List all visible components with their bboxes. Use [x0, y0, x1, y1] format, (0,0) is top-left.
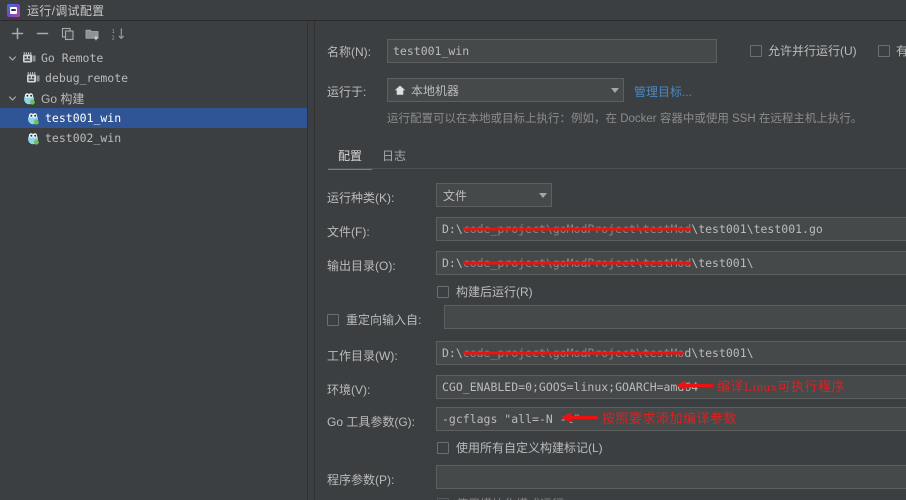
second-option-checkbox[interactable]: [878, 44, 890, 57]
copy-button[interactable]: [57, 23, 78, 44]
redirect-input-path-input[interactable]: [444, 305, 906, 329]
chevron-down-icon: [611, 87, 619, 93]
tree-item-go-build[interactable]: Go 构建: [0, 88, 307, 108]
left-arrow-icon: [560, 411, 598, 424]
go-remote-icon: [25, 70, 41, 86]
output-dir-input[interactable]: D:\code_project\goModProject\testMod\tes…: [436, 251, 906, 275]
use-all-custom-build-tags-checkbox[interactable]: [437, 441, 449, 454]
panel-splitter[interactable]: [307, 21, 315, 500]
allow-parallel-run-checkbox[interactable]: [750, 44, 762, 57]
output-dir-redacted: code_project\goModProject\testMod: [462, 256, 692, 270]
file-path-input[interactable]: D:\code_project\goModProject\testMod\tes…: [436, 217, 906, 241]
go-gopher-icon: [25, 110, 41, 126]
tab-logs[interactable]: 日志: [372, 147, 416, 169]
run-on-target-value: 本地机器: [411, 83, 460, 98]
output-dir-suffix: \test001\: [691, 256, 754, 270]
name-label: 名称(N):: [327, 45, 371, 59]
tree-item-go-remote[interactable]: Go Remote: [0, 48, 307, 68]
working-dir-label: 工作目录(W):: [327, 349, 398, 363]
tree-item-label: Go Remote: [41, 51, 104, 65]
file-path-suffix: \test001\test001.go: [691, 222, 823, 236]
tree-item-test002-win[interactable]: test002_win: [0, 128, 307, 148]
chevron-down-icon: [539, 192, 547, 198]
run-on-label: 运行于:: [327, 85, 367, 99]
svg-text:1: 1: [111, 29, 114, 35]
go-gopher-icon: [25, 130, 41, 146]
run-kind-combobox[interactable]: 文件: [436, 183, 552, 207]
tree-item-test001-win[interactable]: test001_win: [0, 108, 307, 128]
run-on-hint-text: 运行配置可以在本地或目标上执行：例如，在 Docker 容器中或使用 SSH 在…: [387, 113, 863, 125]
editor-tabs[interactable]: 配置 日志: [328, 143, 906, 170]
file-path-redacted: code_project\goModProject\testMod: [462, 222, 692, 236]
configurations-tree[interactable]: Go Remote debug_remote Go 构建 test001_win…: [0, 46, 307, 148]
working-dir-input[interactable]: D:\code_project\goModProject\testMod\tes…: [436, 341, 906, 365]
chevron-down-icon[interactable]: [6, 92, 19, 105]
redirect-input-label: 重定向输入自:: [346, 313, 422, 327]
working-dir-redacted: code_project\goModProject\testMo: [462, 346, 685, 360]
run-kind-label: 运行种类(K):: [327, 191, 395, 205]
redirect-input-checkbox[interactable]: [327, 313, 339, 326]
configurations-tree-panel: 1 2 Go Remote debug_remote Go 构建 test001…: [0, 21, 307, 500]
working-dir-suffix: d\test001\: [684, 346, 754, 360]
annotation-gotool: 按照要求添加编译参数: [560, 408, 737, 427]
go-tool-arguments-label: Go 工具参数(G):: [327, 415, 416, 429]
manage-targets-link[interactable]: 管理目标...: [634, 83, 692, 100]
output-dir-label: 输出目录(O):: [327, 259, 396, 273]
program-arguments-input[interactable]: [436, 465, 906, 489]
title-bar: 运行/调试配置: [0, 0, 906, 21]
tabs-divider: [328, 168, 906, 169]
go-gopher-icon: [21, 90, 37, 106]
tree-item-label: test002_win: [45, 131, 122, 145]
chevron-down-icon[interactable]: [6, 52, 19, 65]
run-kind-value: 文件: [443, 188, 468, 203]
run-on-target-combobox[interactable]: 本地机器: [387, 78, 624, 102]
working-dir-prefix: D:\: [442, 346, 463, 360]
file-path-prefix: D:\: [442, 222, 463, 236]
tab-configuration[interactable]: 配置: [328, 147, 373, 170]
environment-label: 环境(V):: [327, 383, 371, 397]
name-input[interactable]: test001_win: [387, 39, 717, 63]
tree-toolbar: 1 2: [0, 21, 307, 46]
left-arrow-icon: [675, 379, 713, 392]
tree-item-label: Go 构建: [41, 91, 85, 106]
goland-icon: [7, 3, 20, 17]
tree-item-label: debug_remote: [45, 71, 129, 85]
program-arguments-label: 程序参数(P):: [327, 473, 395, 487]
remove-button[interactable]: [32, 23, 53, 44]
file-label: 文件(F):: [327, 225, 370, 239]
module-mode-label: 使用模块化模式运行: [456, 495, 564, 500]
annotation-env: 编译Linux可执行程序: [675, 376, 845, 395]
new-folder-button[interactable]: [82, 23, 103, 44]
annotation-env-text: 编译Linux可执行程序: [717, 379, 846, 394]
configuration-editor-panel: 名称(N): test001_win 允许并行运行(U) 有 运行于: 本地机器…: [316, 21, 906, 500]
add-button[interactable]: [7, 23, 28, 44]
sort-button[interactable]: 1 2: [107, 23, 128, 44]
second-option-label: 有: [896, 44, 906, 58]
go-remote-icon: [21, 50, 37, 66]
run-after-build-checkbox[interactable]: [437, 285, 449, 298]
run-after-build-label: 构建后运行(R): [456, 285, 533, 299]
annotation-gotool-text: 按照要求添加编译参数: [602, 411, 738, 426]
allow-parallel-run-label: 允许并行运行(U): [768, 44, 857, 58]
output-dir-prefix: D:\: [442, 256, 463, 270]
window-title: 运行/调试配置: [27, 3, 105, 18]
home-icon: [394, 84, 406, 96]
svg-text:2: 2: [111, 35, 114, 41]
run-debug-configurations-dialog: 运行/调试配置 1 2 Go Remote debug_remote Go 构建…: [0, 0, 906, 500]
use-all-custom-build-tags-label: 使用所有自定义构建标记(L): [456, 441, 603, 455]
tree-item-debug-remote[interactable]: debug_remote: [0, 68, 307, 88]
tree-item-label: test001_win: [45, 111, 122, 125]
